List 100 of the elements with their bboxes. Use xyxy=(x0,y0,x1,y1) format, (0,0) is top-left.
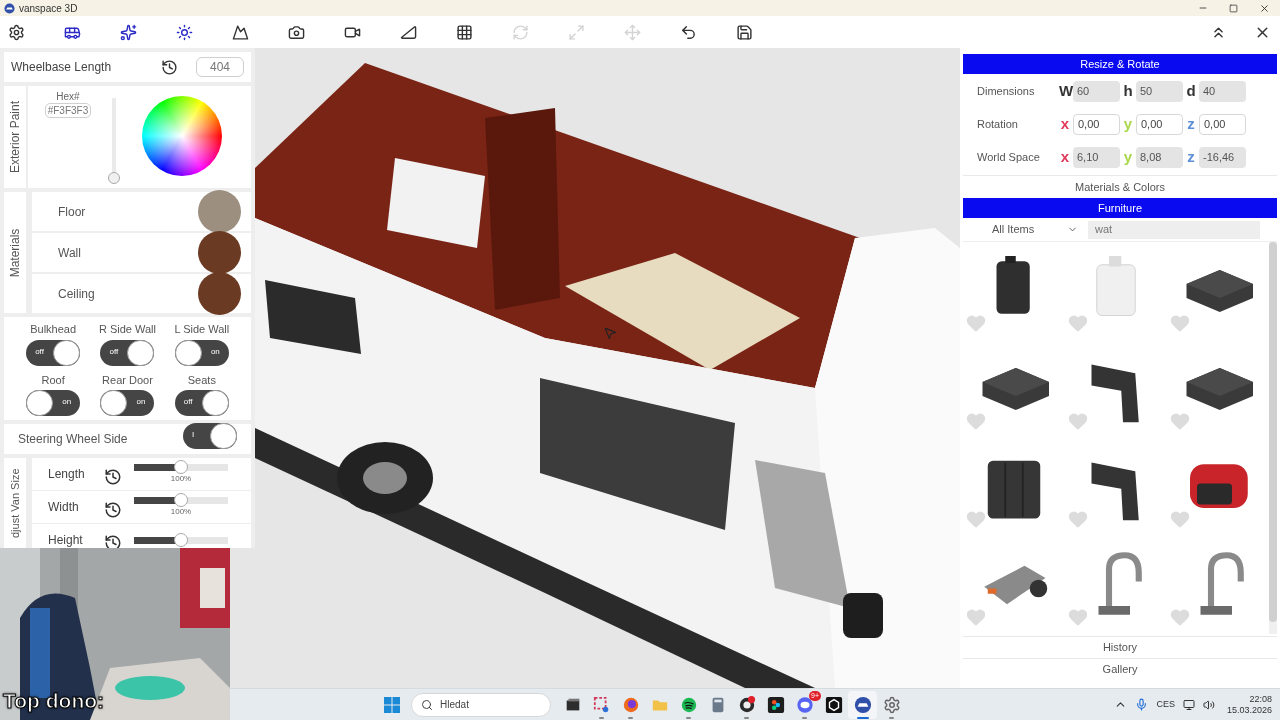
taskbar-app[interactable] xyxy=(848,690,877,719)
running-indicator xyxy=(628,716,633,719)
toggle-knob xyxy=(26,390,54,416)
move-icon xyxy=(623,23,641,41)
slider-reading: 100% xyxy=(170,472,192,485)
property-label: Rotation xyxy=(976,117,1019,133)
sparkles-icon xyxy=(119,23,137,41)
section-label: Exterior Paint xyxy=(7,101,23,173)
running-indicator xyxy=(686,716,691,719)
axis-label: x xyxy=(1059,114,1071,135)
color-swatch[interactable] xyxy=(198,231,241,274)
toggle-switch[interactable]: off xyxy=(174,390,229,416)
number-field[interactable]: 0,00 xyxy=(1136,114,1183,135)
gear-icon xyxy=(882,695,901,714)
scrollbar[interactable] xyxy=(1269,242,1277,634)
search-field[interactable]: wat xyxy=(1088,220,1260,239)
toggle-label: Roof xyxy=(41,372,65,388)
network-icon[interactable] xyxy=(1182,698,1195,711)
size-slider[interactable] xyxy=(134,536,228,544)
section-header[interactable]: Gallery xyxy=(963,658,1277,680)
section-header[interactable]: Furniture xyxy=(963,198,1277,218)
material-label: Ceiling xyxy=(58,285,95,303)
value-field[interactable]: 404 xyxy=(196,57,244,77)
section-label: djust Van Size xyxy=(7,468,22,538)
axis-label: h xyxy=(1122,81,1134,102)
axis-label: y xyxy=(1122,147,1134,168)
number-field[interactable]: 0,00 xyxy=(1199,114,1246,135)
running-indicator xyxy=(599,716,604,719)
grid-icon xyxy=(455,23,473,41)
size-slider[interactable] xyxy=(134,463,228,471)
toggle-switch[interactable]: off xyxy=(26,339,81,366)
toggle-knob xyxy=(201,390,229,416)
slider-label: Height xyxy=(47,532,84,548)
music-app-icon xyxy=(679,695,698,714)
field-label: Wheelbase Length xyxy=(11,59,112,76)
search-field[interactable]: Hledat xyxy=(411,692,551,717)
slider-label: Length xyxy=(47,466,86,483)
mountain-icon xyxy=(231,23,249,41)
number-field[interactable]: 50 xyxy=(1136,81,1183,102)
microphone-icon[interactable] xyxy=(1135,698,1149,711)
clock-time: 22:08 xyxy=(1249,693,1272,705)
section-header[interactable]: Resize & Rotate xyxy=(963,54,1277,74)
language-indicator[interactable]: CES xyxy=(1156,697,1175,712)
scissors-icon xyxy=(592,695,611,714)
slider-reading: 100% xyxy=(170,505,192,518)
number-field[interactable]: -16,46 xyxy=(1199,147,1246,168)
axis-label: W xyxy=(1059,81,1071,102)
toggle-label: Rear Door xyxy=(102,372,153,388)
material-label: Floor xyxy=(58,203,86,221)
record-icon xyxy=(737,695,756,714)
number-field[interactable]: 0,00 xyxy=(1073,114,1120,135)
axis-label: z xyxy=(1186,114,1196,135)
color-swatch[interactable] xyxy=(198,190,241,233)
search-icon xyxy=(421,698,433,711)
toggle-switch[interactable]: on xyxy=(100,390,155,416)
category-dropdown[interactable]: All Items xyxy=(963,219,1088,240)
reset-icon[interactable] xyxy=(104,501,122,519)
size-slider[interactable] xyxy=(134,496,228,504)
running-indicator xyxy=(744,716,749,719)
slider-thumb[interactable] xyxy=(174,459,188,474)
camera-icon xyxy=(287,23,305,41)
axis-label: x xyxy=(1059,147,1071,168)
toggle-switch[interactable]: off xyxy=(100,339,155,366)
app-icon xyxy=(853,695,872,714)
number-field[interactable]: 60 xyxy=(1073,81,1120,102)
toggle-knob xyxy=(174,339,202,366)
toggle-knob xyxy=(100,390,128,416)
section-header[interactable]: Materials & Colors xyxy=(963,176,1277,198)
slider-thumb[interactable] xyxy=(174,532,188,547)
maximize-icon xyxy=(1228,3,1238,13)
resize-icon xyxy=(567,23,585,41)
number-field[interactable]: 6,10 xyxy=(1073,147,1120,168)
cube-icon xyxy=(824,695,843,714)
toggle-switch[interactable]: on xyxy=(26,390,81,416)
slider-thumb[interactable] xyxy=(174,492,188,507)
material-label: Wall xyxy=(58,244,81,262)
color-swatch[interactable] xyxy=(198,272,241,315)
toggle-switch[interactable]: on xyxy=(174,339,229,366)
gear-icon xyxy=(7,23,25,41)
running-indicator xyxy=(889,716,894,719)
cursor-icon xyxy=(603,326,617,340)
slider-thumb[interactable] xyxy=(108,172,120,184)
toggle-switch[interactable]: I xyxy=(183,422,237,449)
save-icon xyxy=(735,23,753,41)
number-field[interactable]: 40 xyxy=(1199,81,1246,102)
clock-date: 15.03.2026 xyxy=(1226,704,1272,716)
section-header[interactable]: History xyxy=(963,636,1277,658)
reset-icon[interactable] xyxy=(104,468,122,486)
property-label: World Space xyxy=(976,150,1041,166)
axis-label: d xyxy=(1185,81,1197,102)
number-field[interactable]: 8,08 xyxy=(1136,147,1183,168)
design-app-icon xyxy=(766,695,785,714)
reset-icon[interactable] xyxy=(161,58,178,76)
windows-logo-icon xyxy=(384,696,400,713)
reset-icon[interactable] xyxy=(104,534,122,548)
slider-label: Width xyxy=(47,499,80,516)
hex-label: Hex# xyxy=(56,92,80,102)
hex-field[interactable]: #F3F3F3 xyxy=(44,103,92,118)
browser-icon xyxy=(621,695,640,714)
speaker-icon[interactable] xyxy=(1202,698,1215,711)
